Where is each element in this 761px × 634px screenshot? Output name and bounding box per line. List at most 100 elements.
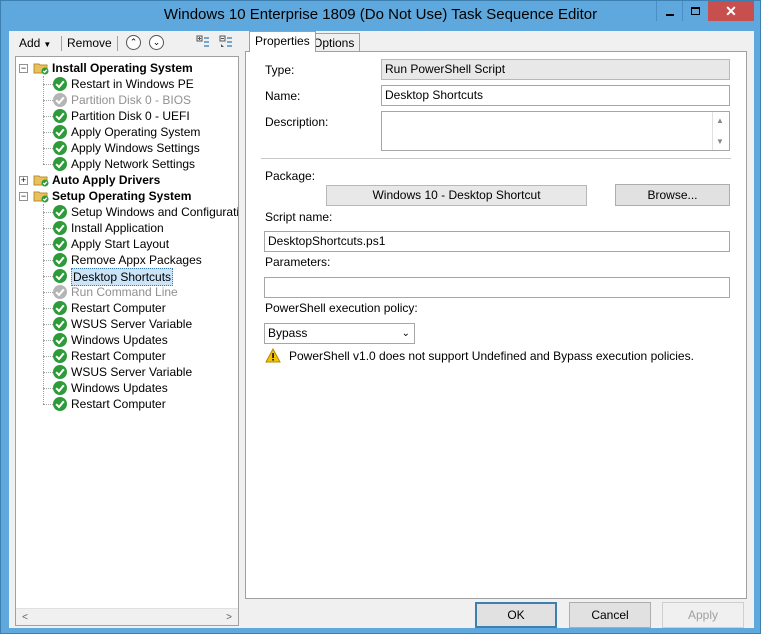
group-folder-icon	[33, 175, 49, 187]
tree-step-label: Apply Windows Settings	[71, 141, 200, 155]
tree-step-label: Restart Computer	[71, 301, 166, 315]
collapse-icon[interactable]: −	[19, 64, 28, 73]
success-check-icon	[53, 221, 67, 235]
close-icon: ✕	[725, 3, 737, 19]
success-check-icon	[53, 205, 67, 219]
tree-step-label: Install Application	[71, 221, 164, 235]
client-area: Add ▼ Remove ⌃ ⌄ − Install Operating Sys…	[9, 31, 754, 628]
apply-button[interactable]: Apply	[662, 602, 744, 628]
collapse-all-icon[interactable]	[219, 35, 234, 50]
tree-group[interactable]: + Auto Apply Drivers	[16, 172, 236, 188]
tree-step[interactable]: WSUS Server Variable	[16, 364, 238, 380]
browse-button[interactable]: Browse...	[615, 184, 730, 206]
minimize-button[interactable]	[656, 1, 682, 21]
ok-button[interactable]: OK	[475, 602, 557, 628]
tree-step-label: WSUS Server Variable	[71, 317, 193, 331]
tree-step[interactable]: Install Application	[16, 220, 238, 236]
tree-step[interactable]: Run Command Line	[16, 284, 238, 300]
tree-step[interactable]: Restart Computer	[16, 396, 238, 412]
execution-policy-label: PowerShell execution policy:	[265, 301, 418, 315]
scroll-right-icon[interactable]: >	[222, 611, 236, 624]
tree-step[interactable]: Restart in Windows PE	[16, 76, 238, 92]
tree-step[interactable]: Apply Network Settings	[16, 156, 238, 172]
task-sequence-editor-window: Windows 10 Enterprise 1809 (Do Not Use) …	[0, 0, 761, 634]
tree-step[interactable]: Restart Computer	[16, 348, 238, 364]
minimize-icon	[665, 14, 674, 16]
name-field[interactable]: Desktop Shortcuts	[381, 85, 730, 106]
tree-step[interactable]: Apply Start Layout	[16, 236, 238, 252]
disabled-check-icon	[53, 93, 67, 107]
package-label: Package:	[265, 169, 316, 183]
move-up-icon[interactable]: ⌃	[126, 35, 141, 50]
warning-text: PowerShell v1.0 does not support Undefin…	[289, 349, 694, 363]
tree-step[interactable]: Apply Windows Settings	[16, 140, 238, 156]
group-folder-icon	[33, 191, 49, 203]
expand-icon[interactable]: +	[19, 176, 28, 185]
success-check-icon	[53, 365, 67, 379]
group-folder-icon	[33, 63, 49, 75]
add-label: Add	[19, 36, 41, 50]
tree-step[interactable]: Windows Updates	[16, 332, 238, 348]
description-label: Description:	[265, 115, 329, 129]
tree-step-label: Windows Updates	[71, 333, 168, 347]
toolbar-separator	[117, 36, 118, 51]
description-scrollbar[interactable]: ▲ ▼	[712, 112, 729, 150]
tree-step[interactable]: Partition Disk 0 - UEFI	[16, 108, 238, 124]
script-name-field[interactable]: DesktopShortcuts.ps1	[264, 231, 730, 252]
collapse-icon[interactable]: −	[19, 192, 28, 201]
description-field[interactable]: ▲ ▼	[381, 111, 730, 151]
name-label: Name:	[265, 89, 301, 103]
execution-policy-select[interactable]: Bypass ⌄	[264, 323, 415, 344]
window-title: Windows 10 Enterprise 1809 (Do Not Use) …	[163, 6, 598, 23]
success-check-icon	[53, 349, 67, 363]
remove-button[interactable]: Remove	[67, 36, 112, 50]
success-check-icon	[53, 125, 67, 139]
scroll-left-icon[interactable]: <	[18, 611, 32, 624]
tree-step[interactable]: Partition Disk 0 - BIOS	[16, 92, 238, 108]
tree-connector	[43, 204, 44, 404]
tree-step-label: Restart Computer	[71, 349, 166, 363]
tree-step[interactable]: Windows Updates	[16, 380, 238, 396]
tree-step[interactable]: WSUS Server Variable	[16, 316, 238, 332]
add-menu-button[interactable]: Add ▼	[19, 36, 51, 50]
success-check-icon	[53, 253, 67, 267]
tree-step[interactable]: Apply Operating System	[16, 124, 238, 140]
success-check-icon	[53, 109, 67, 123]
warning-icon	[265, 348, 281, 363]
tree-step-label: Restart Computer	[71, 397, 166, 411]
package-field: Windows 10 - Desktop Shortcut	[326, 185, 587, 206]
success-check-icon	[53, 381, 67, 395]
close-button[interactable]: ✕	[708, 1, 754, 21]
tree-content: − Install Operating System Restart in Wind…	[16, 57, 238, 607]
success-check-icon	[53, 333, 67, 347]
cancel-button[interactable]: Cancel	[569, 602, 651, 628]
chevron-down-icon: ⌄	[401, 328, 410, 339]
task-sequence-tree[interactable]: − Install Operating System Restart in Wind…	[15, 56, 239, 626]
maximize-icon	[691, 7, 700, 15]
tree-step-label: WSUS Server Variable	[71, 365, 193, 379]
success-check-icon	[53, 397, 67, 411]
success-check-icon	[53, 141, 67, 155]
type-label: Type:	[265, 63, 295, 77]
scroll-down-icon[interactable]: ▼	[716, 134, 724, 149]
maximize-button[interactable]	[682, 1, 708, 21]
parameters-field[interactable]	[264, 277, 730, 298]
tree-group-label: Auto Apply Drivers	[52, 173, 161, 187]
tree-group[interactable]: − Install Operating System	[16, 60, 236, 76]
tab-properties[interactable]: Properties	[249, 31, 316, 52]
type-field: Run PowerShell Script	[381, 59, 730, 80]
tree-group[interactable]: − Setup Operating System	[16, 188, 236, 204]
tree-step[interactable]: Restart Computer	[16, 300, 238, 316]
tree-step-label: Apply Operating System	[71, 125, 201, 139]
scroll-up-icon[interactable]: ▲	[716, 113, 724, 128]
tree-step-label: Setup Windows and Configuration	[71, 205, 238, 219]
tree-step[interactable]: Remove Appx Packages	[16, 252, 238, 268]
move-down-icon[interactable]: ⌄	[149, 35, 164, 50]
tree-step[interactable]: Setup Windows and Configuration	[16, 204, 238, 220]
horizontal-scrollbar[interactable]: < >	[16, 608, 238, 625]
tree-group-label: Setup Operating System	[52, 189, 192, 203]
title-bar[interactable]: Windows 10 Enterprise 1809 (Do Not Use) …	[1, 1, 760, 31]
expand-all-icon[interactable]	[196, 35, 211, 50]
tree-step[interactable]: Desktop Shortcuts	[16, 268, 238, 286]
parameters-label: Parameters:	[265, 255, 331, 269]
